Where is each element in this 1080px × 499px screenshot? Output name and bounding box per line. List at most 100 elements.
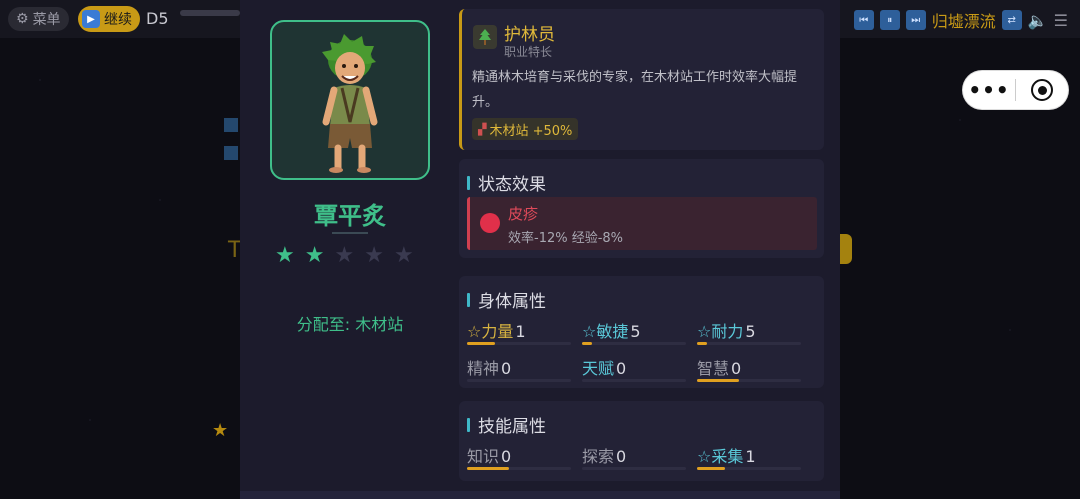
status-effect-item[interactable]: 皮疹 效率-12% 经验-8% [467,197,817,250]
attribute-stat[interactable]: ☆采集 1 [697,443,801,470]
attribute-label: 精神 [467,359,500,378]
attribute-stat[interactable]: 知识 0 [467,443,571,470]
music-controls: ⏮ ⏸ ⏭ 归墟漂流 ⇄ 🔈 ☰ [853,8,1068,32]
character-illustration [322,34,378,173]
attribute-value: 0 [616,447,627,466]
section-marker [467,292,470,307]
section-title: 状态效果 [467,170,546,195]
attribute-value: 5 [630,322,641,341]
section-title: 技能属性 [467,412,546,437]
profession-title: 护林员 [504,25,555,45]
shuffle-icon[interactable]: ⇄ [1001,10,1022,30]
attribute-stat[interactable]: ☆耐力 5 [697,318,801,345]
star-filled-icon: ★ [275,243,295,268]
character-name: 覃平炙 [314,202,386,230]
effect-description: 效率-12% 经验-8% [508,231,624,246]
attribute-value: 0 [501,447,512,466]
background-star-icon: ★ [212,420,229,441]
attribute-progress-track [582,379,686,382]
continue-label: 继续 [104,12,132,28]
next-icon[interactable]: ⏭ [905,10,926,30]
background-item-icon [224,118,238,132]
attribute-label: 智慧 [697,359,730,378]
star-empty-icon: ★ [393,243,414,268]
assignment-prefix: 分配至: [296,315,351,334]
more-button[interactable]: ••• [963,78,1015,102]
attribute-stat[interactable]: 精神 0 [467,355,571,382]
attribute-progress-fill [697,342,708,345]
section-marker [467,417,470,432]
attribute-progress-track [467,467,571,470]
attribute-value: 0 [501,359,512,378]
red-circle-icon [480,213,500,233]
section-title-text: 身体属性 [478,292,546,312]
profession-description: 精通林木培育与采伐的专家，在木材站工作时效率大幅提升。 [472,70,798,110]
physical-attributes-card: 身体属性 ☆力量 1 ☆敏捷 5 ☆耐力 5 精神 0 天赋 0 智慧 0 [459,276,824,388]
attribute-progress-fill [697,379,739,382]
attribute-progress-track [467,379,571,382]
attribute-value: 1 [515,322,526,341]
star-empty-icon: ★ [334,243,355,268]
star-rating: ★ ★ ★ ★ ★ [275,243,414,268]
modal-bottom-edge [240,491,840,499]
profession-subtitle: 职业特长 [504,45,553,59]
assignment-label: 分配至: 木材站 [270,311,430,335]
attribute-progress-track [697,467,801,470]
prev-icon[interactable]: ⏮ [853,10,874,30]
attribute-label: ☆力量 [467,322,514,341]
star-empty-icon: ★ [364,243,384,268]
star-filled-icon: ★ [304,243,325,268]
menu-button[interactable]: ⚙ 菜单 [8,7,69,31]
attribute-progress-fill [582,342,593,345]
section-title-text: 技能属性 [478,417,546,437]
attribute-value: 5 [745,322,756,341]
day-indicator: D5 [146,9,169,28]
attribute-stat[interactable]: ☆敏捷 5 [582,318,686,345]
attribute-label: ☆敏捷 [582,322,629,341]
day-progress-bar [180,10,240,16]
continue-button[interactable]: ▶ 继续 [78,6,140,32]
profession-card: 护林员 职业特长 精通林木培育与采伐的专家，在木材站工作时效率大幅提升。 ▞ 木… [459,9,824,150]
attribute-label: ☆采集 [697,447,744,466]
attribute-progress-track [582,467,686,470]
gear-icon: ⚙ [16,11,29,27]
attribute-progress-track [697,379,801,382]
skill-attributes-card: 技能属性 知识 0 探索 0 ☆采集 1 [459,401,824,481]
target-icon [1031,79,1053,101]
background-item-icon [224,146,238,160]
effect-name: 皮疹 [508,205,539,223]
character-portrait [270,20,430,180]
play-icon: ▶ [82,10,100,28]
attribute-progress-track [467,342,571,345]
bonus-text: 木材站 +50% [489,123,573,139]
track-title: 归墟漂流 [931,12,996,31]
attribute-value: 0 [616,359,627,378]
profession-bonus-badge: ▞ 木材站 +50% [472,118,579,140]
attribute-label: 知识 [467,447,500,466]
attribute-value: 1 [745,447,756,466]
section-marker [467,175,470,190]
menu-label: 菜单 [32,12,61,28]
status-effects-card: 状态效果 皮疹 效率-12% 经验-8% [459,159,824,258]
volume-icon[interactable]: 🔈 [1028,11,1048,30]
background-button-edge [838,234,852,264]
attribute-label: 探索 [582,447,615,466]
attribute-progress-fill [697,467,726,470]
attribute-stat[interactable]: ☆力量 1 [467,318,571,345]
attribute-stat[interactable]: 智慧 0 [697,355,801,382]
attribute-progress-track [582,342,686,345]
character-detail-modal: 覃平炙 ★ ★ ★ ★ ★ 分配至: 木材站 护林员 职业特长 精通林木培育与采伐的专家… [240,0,840,499]
miniprogram-capsule: ••• [963,71,1068,109]
attribute-progress-track [697,342,801,345]
attribute-progress-fill [467,342,496,345]
close-miniprogram-button[interactable] [1016,79,1068,101]
assignment-place: 木材站 [355,315,404,334]
list-icon[interactable]: ☰ [1054,11,1068,30]
section-title: 身体属性 [467,287,546,312]
attribute-value: 0 [731,359,742,378]
section-title-text: 状态效果 [478,175,546,195]
attribute-stat[interactable]: 探索 0 [582,443,686,470]
pause-icon[interactable]: ⏸ [879,10,900,30]
attribute-stat[interactable]: 天赋 0 [582,355,686,382]
attribute-progress-fill [467,467,509,470]
